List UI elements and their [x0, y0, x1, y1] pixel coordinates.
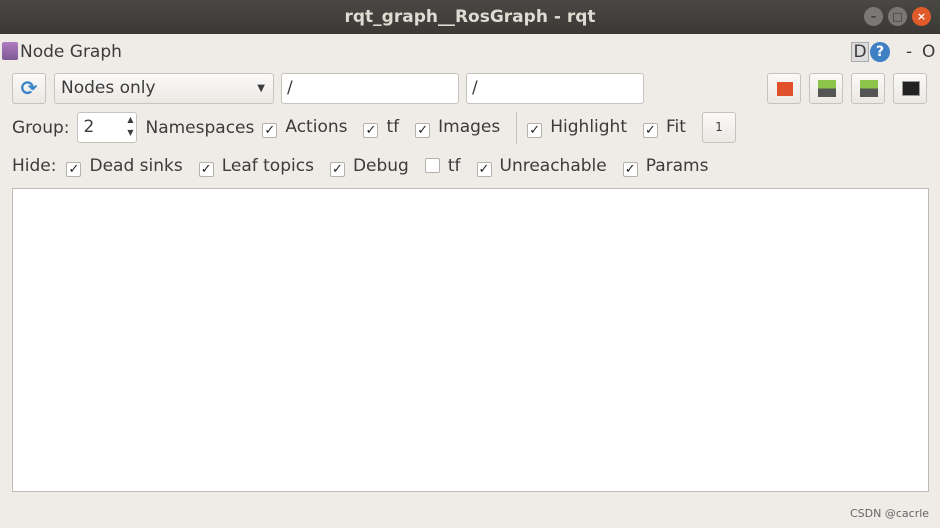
save-icon [860, 80, 878, 97]
window-title: rqt_graph__RosGraph - rqt [344, 7, 596, 27]
save-svg-button[interactable] [851, 73, 885, 104]
fit-in-view-button[interactable]: 1 [701, 112, 736, 143]
spin-arrows-icon[interactable]: ▲ ▼ [127, 113, 133, 139]
image-icon [902, 81, 920, 96]
chevron-down-icon: ▼ [257, 83, 265, 94]
minimize-plugin-button[interactable]: - [906, 42, 912, 62]
group-label: Group: [12, 117, 70, 138]
leaf-topics-checkbox[interactable]: ✓ Leaf topics [198, 156, 314, 177]
close-plugin-button[interactable]: O [922, 42, 935, 62]
group-value: 2 [83, 117, 95, 137]
mode-dropdown[interactable]: Nodes only ▼ [54, 73, 274, 104]
tf-checkbox[interactable]: ✓ tf [363, 117, 399, 138]
mode-value: Nodes only [61, 78, 156, 98]
namespaces-label: Namespaces [145, 117, 255, 138]
folder-icon [777, 82, 793, 96]
watermark: CSDN @cacrle [850, 507, 930, 520]
images-checkbox[interactable]: ✓ Images [415, 117, 500, 138]
plugin-title: Node Graph [20, 42, 122, 62]
debug-button[interactable]: D [851, 42, 869, 62]
hide-label: Hide: [12, 156, 57, 176]
topic-filter-input[interactable]: / [466, 73, 644, 104]
load-dot-button[interactable] [767, 73, 801, 104]
save-icon [818, 80, 836, 97]
help-icon[interactable]: ? [870, 42, 890, 62]
unreachable-checkbox[interactable]: ✓ Unreachable [476, 156, 607, 177]
debug-checkbox[interactable]: ✓ Debug [329, 156, 409, 177]
params-checkbox[interactable]: ✓ Params [622, 156, 708, 177]
maximize-button[interactable]: □ [888, 7, 907, 26]
separator [516, 111, 518, 144]
minimize-button[interactable]: – [864, 7, 883, 26]
node-filter-input[interactable]: / [281, 73, 459, 104]
refresh-icon: ⟳ [20, 76, 38, 100]
dead-sinks-checkbox[interactable]: ✓ Dead sinks [66, 156, 183, 177]
refresh-button[interactable]: ⟳ [12, 73, 46, 104]
highlight-checkbox[interactable]: ✓ Highlight [527, 117, 627, 138]
close-button[interactable]: × [912, 7, 931, 26]
fit-icon: 1 [715, 120, 723, 134]
node-graph-icon [2, 42, 18, 60]
save-image-button[interactable] [893, 73, 927, 104]
fit-checkbox[interactable]: ✓ Fit [643, 117, 686, 138]
window-titlebar: rqt_graph__RosGraph - rqt – □ × [0, 0, 940, 34]
actions-checkbox[interactable]: ✓ Actions [262, 117, 347, 138]
hide-tf-checkbox[interactable]: tf [424, 156, 461, 176]
graph-canvas[interactable] [12, 188, 929, 492]
group-spinbox[interactable]: 2 ▲ ▼ [77, 112, 138, 143]
save-dot-button[interactable] [809, 73, 843, 104]
